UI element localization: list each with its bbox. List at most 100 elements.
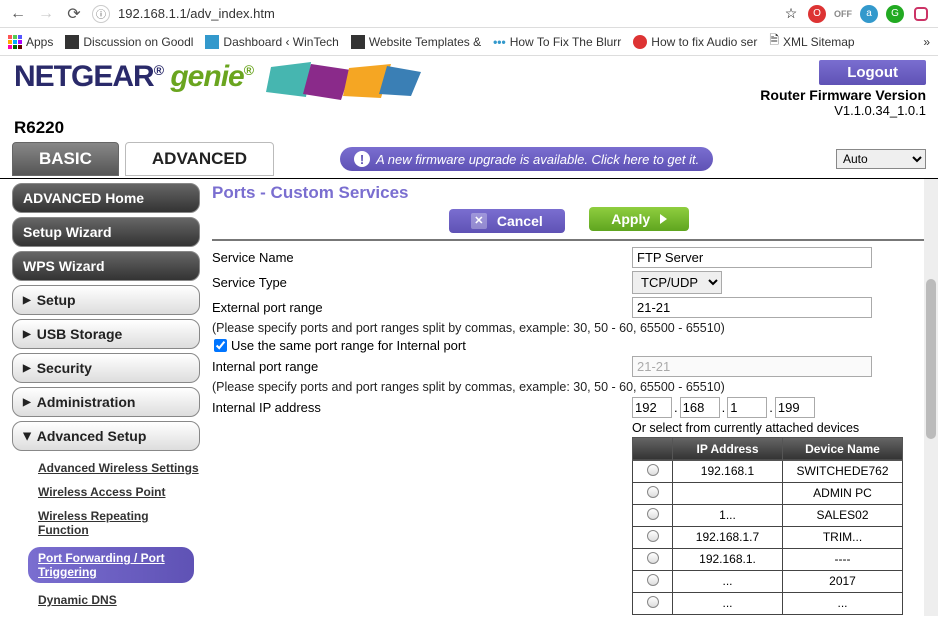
bookmarks-bar: Apps Discussion on Goodl Dashboard ‹ Win… bbox=[0, 28, 938, 56]
ip-octet-4[interactable] bbox=[775, 397, 815, 418]
sub-wireless-ap[interactable]: Wireless Access Point bbox=[38, 485, 200, 499]
cell-dev: ---- bbox=[783, 548, 903, 570]
scrollbar[interactable] bbox=[924, 179, 938, 616]
cell-ip: ... bbox=[673, 592, 783, 614]
radio-select[interactable] bbox=[647, 464, 659, 476]
label-service-type: Service Type bbox=[212, 275, 632, 290]
sub-dynamic-dns[interactable]: Dynamic DNS bbox=[38, 593, 200, 607]
firmware-upgrade-banner[interactable]: ! A new firmware upgrade is available. Cl… bbox=[340, 147, 713, 171]
ext-range-input[interactable] bbox=[632, 297, 872, 318]
sb-label: USB Storage bbox=[37, 326, 123, 342]
bookmark-item[interactable]: •••How To Fix The Blurr bbox=[493, 35, 621, 49]
bookmark-item[interactable]: How to fix Audio ser bbox=[633, 35, 757, 49]
language-select[interactable]: Auto bbox=[836, 149, 926, 169]
cell-dev: 2017 bbox=[783, 570, 903, 592]
bookmark-item[interactable]: Dashboard ‹ WinTech bbox=[205, 35, 338, 49]
radio-select[interactable] bbox=[647, 552, 659, 564]
fw-version: V1.1.0.34_1.0.1 bbox=[760, 103, 926, 118]
x-icon: ✕ bbox=[471, 213, 487, 229]
overflow-icon[interactable]: » bbox=[923, 35, 930, 49]
bookmark-item[interactable]: Discussion on Goodl bbox=[65, 35, 193, 49]
chevron-right-icon: ▶ bbox=[23, 397, 31, 408]
sb-label: Administration bbox=[37, 394, 136, 410]
instagram-icon[interactable] bbox=[912, 5, 930, 23]
ip-octet-3[interactable] bbox=[727, 397, 767, 418]
main-tabs: BASIC ADVANCED ! A new firmware upgrade i… bbox=[0, 138, 938, 179]
fw-label: Router Firmware Version bbox=[760, 87, 926, 103]
sidebar-security[interactable]: ▶ Security bbox=[12, 353, 200, 383]
brand-logo: NETGEAR® genie® bbox=[14, 60, 253, 94]
sub-adv-wireless[interactable]: Advanced Wireless Settings bbox=[38, 461, 200, 475]
chevron-right-icon: ▶ bbox=[23, 363, 31, 374]
alert-icon: ! bbox=[354, 151, 370, 167]
ext-icon-2[interactable]: G bbox=[886, 5, 904, 23]
info-icon[interactable]: ⓘ bbox=[92, 5, 110, 23]
reload-icon[interactable]: ⟳ bbox=[64, 4, 84, 24]
service-name-input[interactable] bbox=[632, 247, 872, 268]
tab-advanced[interactable]: ADVANCED bbox=[125, 142, 274, 176]
cancel-button[interactable]: ✕Cancel bbox=[449, 209, 565, 233]
radio-select[interactable] bbox=[647, 530, 659, 542]
page-title: Ports - Custom Services bbox=[212, 183, 926, 203]
hint-int: (Please specify ports and port ranges sp… bbox=[212, 380, 926, 394]
forward-icon[interactable]: → bbox=[36, 4, 56, 24]
bm-label: Apps bbox=[26, 35, 53, 49]
devices-table: IP AddressDevice Name 192.168.1SWITCHEDE… bbox=[632, 437, 903, 615]
sidebar-setup[interactable]: ▶ Setup bbox=[12, 285, 200, 315]
table-row: ADMIN PC bbox=[633, 482, 903, 504]
bookmark-item[interactable]: 🗎XML Sitemap bbox=[769, 31, 854, 52]
scroll-thumb[interactable] bbox=[926, 279, 936, 439]
ip-octet-1[interactable] bbox=[632, 397, 672, 418]
sb-label: Security bbox=[37, 360, 92, 376]
url-text[interactable]: 192.168.1.1/adv_index.htm bbox=[118, 6, 774, 21]
sidebar: ADVANCED Home Setup Wizard WPS Wizard ▶ S… bbox=[0, 179, 206, 616]
label-ext-range: External port range bbox=[212, 300, 632, 315]
sidebar-advanced-setup[interactable]: ▶Advanced Setup bbox=[12, 421, 200, 451]
back-icon[interactable]: ← bbox=[8, 4, 28, 24]
cell-ip bbox=[673, 482, 783, 504]
bm-label: How to fix Audio ser bbox=[651, 35, 757, 49]
same-port-checkbox[interactable] bbox=[214, 339, 227, 352]
logout-button[interactable]: Logout bbox=[819, 60, 926, 85]
ext-icon-1[interactable]: a bbox=[860, 5, 878, 23]
cell-dev: TRIM... bbox=[783, 526, 903, 548]
tab-basic[interactable]: BASIC bbox=[12, 142, 119, 176]
apps-button[interactable]: Apps bbox=[8, 35, 53, 49]
sb-label: Advanced Setup bbox=[37, 428, 147, 444]
bm-label: Website Templates & bbox=[369, 35, 481, 49]
cell-ip: 192.168.1.7 bbox=[673, 526, 783, 548]
radio-select[interactable] bbox=[647, 596, 659, 608]
opera-icon[interactable]: O bbox=[808, 5, 826, 23]
play-icon bbox=[660, 214, 667, 224]
sidebar-advanced-home[interactable]: ADVANCED Home bbox=[12, 183, 200, 213]
table-row: ...2017 bbox=[633, 570, 903, 592]
sidebar-setup-wizard[interactable]: Setup Wizard bbox=[12, 217, 200, 247]
chevron-right-icon: ▶ bbox=[23, 295, 31, 306]
bm-label: How To Fix The Blurr bbox=[510, 35, 622, 49]
fw-msg-text: A new firmware upgrade is available. Cli… bbox=[376, 152, 699, 167]
star-icon[interactable]: ☆ bbox=[782, 5, 800, 23]
table-row: 192.168.1SWITCHEDE762 bbox=[633, 460, 903, 482]
cell-ip: 192.168.1 bbox=[673, 460, 783, 482]
bookmark-item[interactable]: Website Templates & bbox=[351, 35, 481, 49]
cell-ip: 1... bbox=[673, 504, 783, 526]
advanced-setup-submenu: Advanced Wireless Settings Wireless Acce… bbox=[12, 455, 200, 621]
sidebar-usb-storage[interactable]: ▶USB Storage bbox=[12, 319, 200, 349]
table-row: 192.168.1.---- bbox=[633, 548, 903, 570]
bm-label: XML Sitemap bbox=[783, 35, 855, 49]
service-type-select[interactable]: TCP/UDP bbox=[632, 271, 722, 294]
apply-button[interactable]: Apply bbox=[589, 207, 689, 231]
label-int-range: Internal port range bbox=[212, 359, 632, 374]
sidebar-administration[interactable]: ▶ Administration bbox=[12, 387, 200, 417]
sidebar-wps-wizard[interactable]: WPS Wizard bbox=[12, 251, 200, 281]
radio-select[interactable] bbox=[647, 508, 659, 520]
content-pane: Ports - Custom Services ✕Cancel Apply Se… bbox=[206, 179, 938, 616]
sub-wireless-repeating[interactable]: Wireless Repeating Function bbox=[38, 509, 200, 537]
sb-label: Setup bbox=[37, 292, 76, 308]
radio-select[interactable] bbox=[647, 486, 659, 498]
radio-select[interactable] bbox=[647, 574, 659, 586]
sub-port-forwarding[interactable]: Port Forwarding / Port Triggering bbox=[28, 547, 194, 583]
off-icon[interactable]: OFF bbox=[834, 5, 852, 23]
ip-octet-2[interactable] bbox=[680, 397, 720, 418]
decorative-shapes bbox=[261, 62, 441, 102]
